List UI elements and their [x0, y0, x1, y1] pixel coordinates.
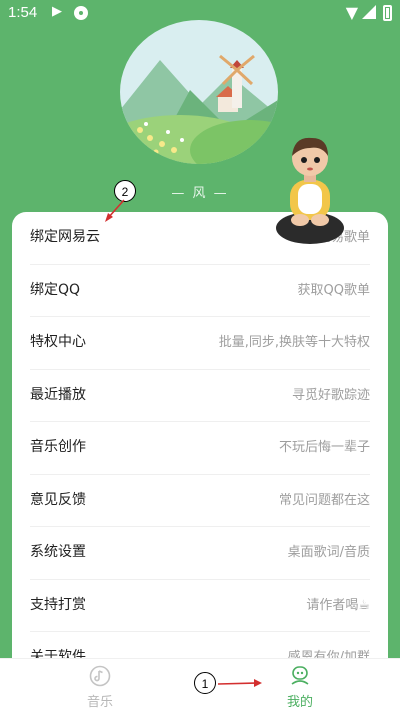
annotation-arrow-1: [217, 679, 262, 687]
avatar[interactable]: [270, 128, 350, 248]
record-icon: [74, 6, 88, 20]
menu-item-label: 绑定网易云: [30, 229, 100, 245]
menu-item-system-settings[interactable]: 系统设置 桌面歌词/音质: [30, 527, 370, 580]
menu-item-desc: 请作者喝☕: [306, 597, 370, 613]
menu-item-desc: 获取QQ歌单: [297, 282, 370, 298]
status-time: 1:54: [8, 4, 38, 21]
menu-item-label: 支持打赏: [30, 596, 86, 613]
menu-item-label: 音乐创作: [30, 439, 86, 455]
menu-item-desc: 批量,同步,换肤等十大特权: [218, 335, 370, 350]
menu-card: 绑定网易云获取网易歌单 绑定QQ获取QQ歌单 特权中心批量,同步,换肤等十大特权…: [12, 212, 388, 662]
menu-item-privilege-center[interactable]: 特权中心 批量,同步,换肤等十大特权: [30, 317, 370, 370]
annotation-marker-1: 1: [194, 672, 216, 694]
menu-item-desc: 常见问题都在这: [278, 492, 370, 508]
music-disc-icon: [89, 665, 111, 687]
menu-item-bind-qq[interactable]: 绑定QQ 获取QQ歌单: [30, 265, 370, 317]
battery-icon: [383, 5, 392, 21]
menu-item-feedback[interactable]: 意见反馈 常见问题都在这: [30, 475, 370, 527]
annotation-arrow-2: [105, 199, 125, 222]
menu-item-label: 系统设置: [30, 544, 86, 560]
menu-item-recent-play[interactable]: 最近播放 寻觅好歌踪迹: [30, 370, 370, 422]
menu-item-donate[interactable]: 支持打赏 请作者喝☕: [30, 580, 370, 632]
menu-item-music-creation[interactable]: 音乐创作 不玩后悔一辈子: [30, 422, 370, 475]
tab-mine-label: 我的: [286, 695, 313, 710]
signal-icon: [362, 5, 376, 19]
user-face-icon: [291, 666, 309, 685]
menu-item-label: 特权中心: [30, 334, 86, 350]
menu-item-desc: 桌面歌词/音质: [287, 545, 370, 560]
tab-music[interactable]: 音乐: [40, 659, 160, 713]
menu-item-label: 意见反馈: [30, 491, 86, 508]
menu-item-label: 最近播放: [30, 386, 86, 403]
menu-item-desc: 寻觅好歌踪迹: [291, 387, 370, 403]
tab-music-label: 音乐: [86, 695, 113, 710]
cover-art-image: [120, 20, 278, 164]
settings-menu: 绑定网易云获取网易歌单 绑定QQ获取QQ歌单 特权中心批量,同步,换肤等十大特权…: [12, 212, 388, 662]
menu-item-desc: 不玩后悔一辈子: [278, 440, 370, 455]
menu-item-label: 绑定QQ: [30, 281, 81, 298]
wifi-icon: ▼: [345, 3, 358, 22]
play-icon: ▶: [52, 4, 62, 19]
